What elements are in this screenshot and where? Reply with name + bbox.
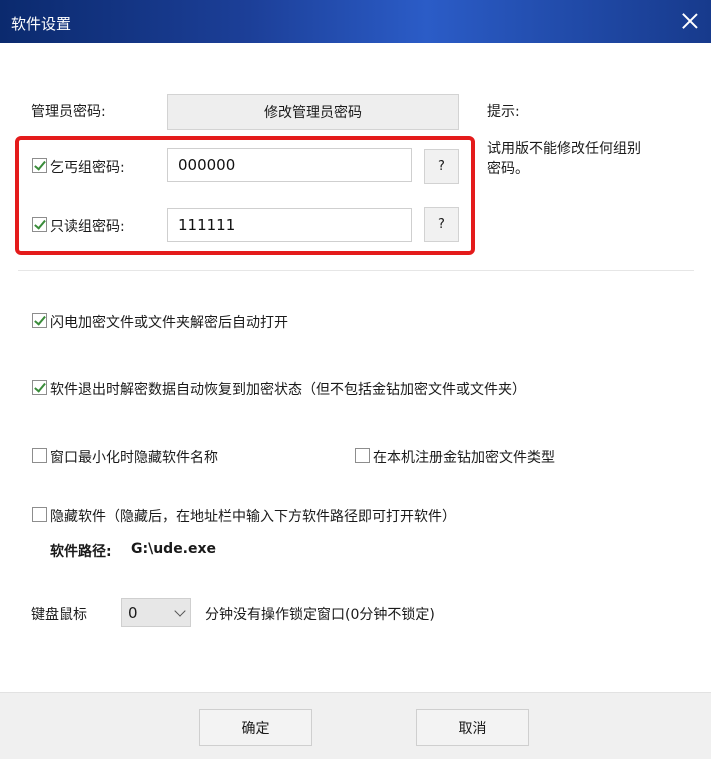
title-bar: 软件设置 [0, 0, 711, 43]
window-title: 软件设置 [11, 15, 72, 33]
software-path-label: 软件路径: [50, 544, 112, 560]
ok-button[interactable]: 确定 [199, 709, 312, 746]
hint-title: 提示: [487, 104, 520, 120]
readonly-group-checkbox[interactable] [32, 217, 47, 232]
register-type-checkbox[interactable] [355, 448, 370, 463]
hide-software-checkbox[interactable] [32, 507, 47, 522]
footer-bar [0, 692, 711, 759]
readonly-group-help-button[interactable]: ? [424, 207, 459, 242]
software-path-value: G:\ude.exe [131, 541, 217, 557]
readonly-group-label: 只读组密码: [50, 219, 125, 235]
beggar-group-password-field[interactable] [167, 148, 412, 182]
register-type-label: 在本机注册金钻加密文件类型 [373, 450, 555, 466]
readonly-group-password-field[interactable] [167, 208, 412, 242]
hide-software-label: 隐藏软件（隐藏后，在地址栏中输入下方软件路径即可打开软件） [50, 509, 456, 525]
hint-text-line1: 试用版不能修改任何组别 [487, 141, 641, 157]
close-icon[interactable] [679, 10, 701, 32]
beggar-group-label: 乞丐组密码: [50, 160, 125, 176]
hide-name-label: 窗口最小化时隐藏软件名称 [50, 450, 218, 466]
chevron-down-icon [174, 605, 186, 617]
hide-name-checkbox[interactable] [32, 448, 47, 463]
section-divider [18, 270, 694, 271]
auto-restore-label: 软件退出时解密数据自动恢复到加密状态（但不包括金钻加密文件或文件夹） [50, 382, 526, 398]
admin-password-label: 管理员密码: [31, 104, 106, 120]
auto-restore-checkbox[interactable] [32, 380, 47, 395]
lock-prefix-label: 键盘鼠标 [31, 607, 87, 623]
hint-text-line2: 密码。 [487, 161, 529, 177]
flash-open-checkbox[interactable] [32, 313, 47, 328]
beggar-group-help-button[interactable]: ? [424, 149, 459, 184]
flash-open-label: 闪电加密文件或文件夹解密后自动打开 [50, 315, 288, 331]
lock-minutes-value: 0 [128, 604, 138, 622]
beggar-group-checkbox[interactable] [32, 158, 47, 173]
lock-minutes-select[interactable]: 0 [121, 598, 191, 627]
lock-suffix-label: 分钟没有操作锁定窗口(0分钟不锁定) [205, 607, 435, 623]
cancel-button[interactable]: 取消 [416, 709, 529, 746]
change-admin-password-button[interactable]: 修改管理员密码 [167, 94, 459, 130]
